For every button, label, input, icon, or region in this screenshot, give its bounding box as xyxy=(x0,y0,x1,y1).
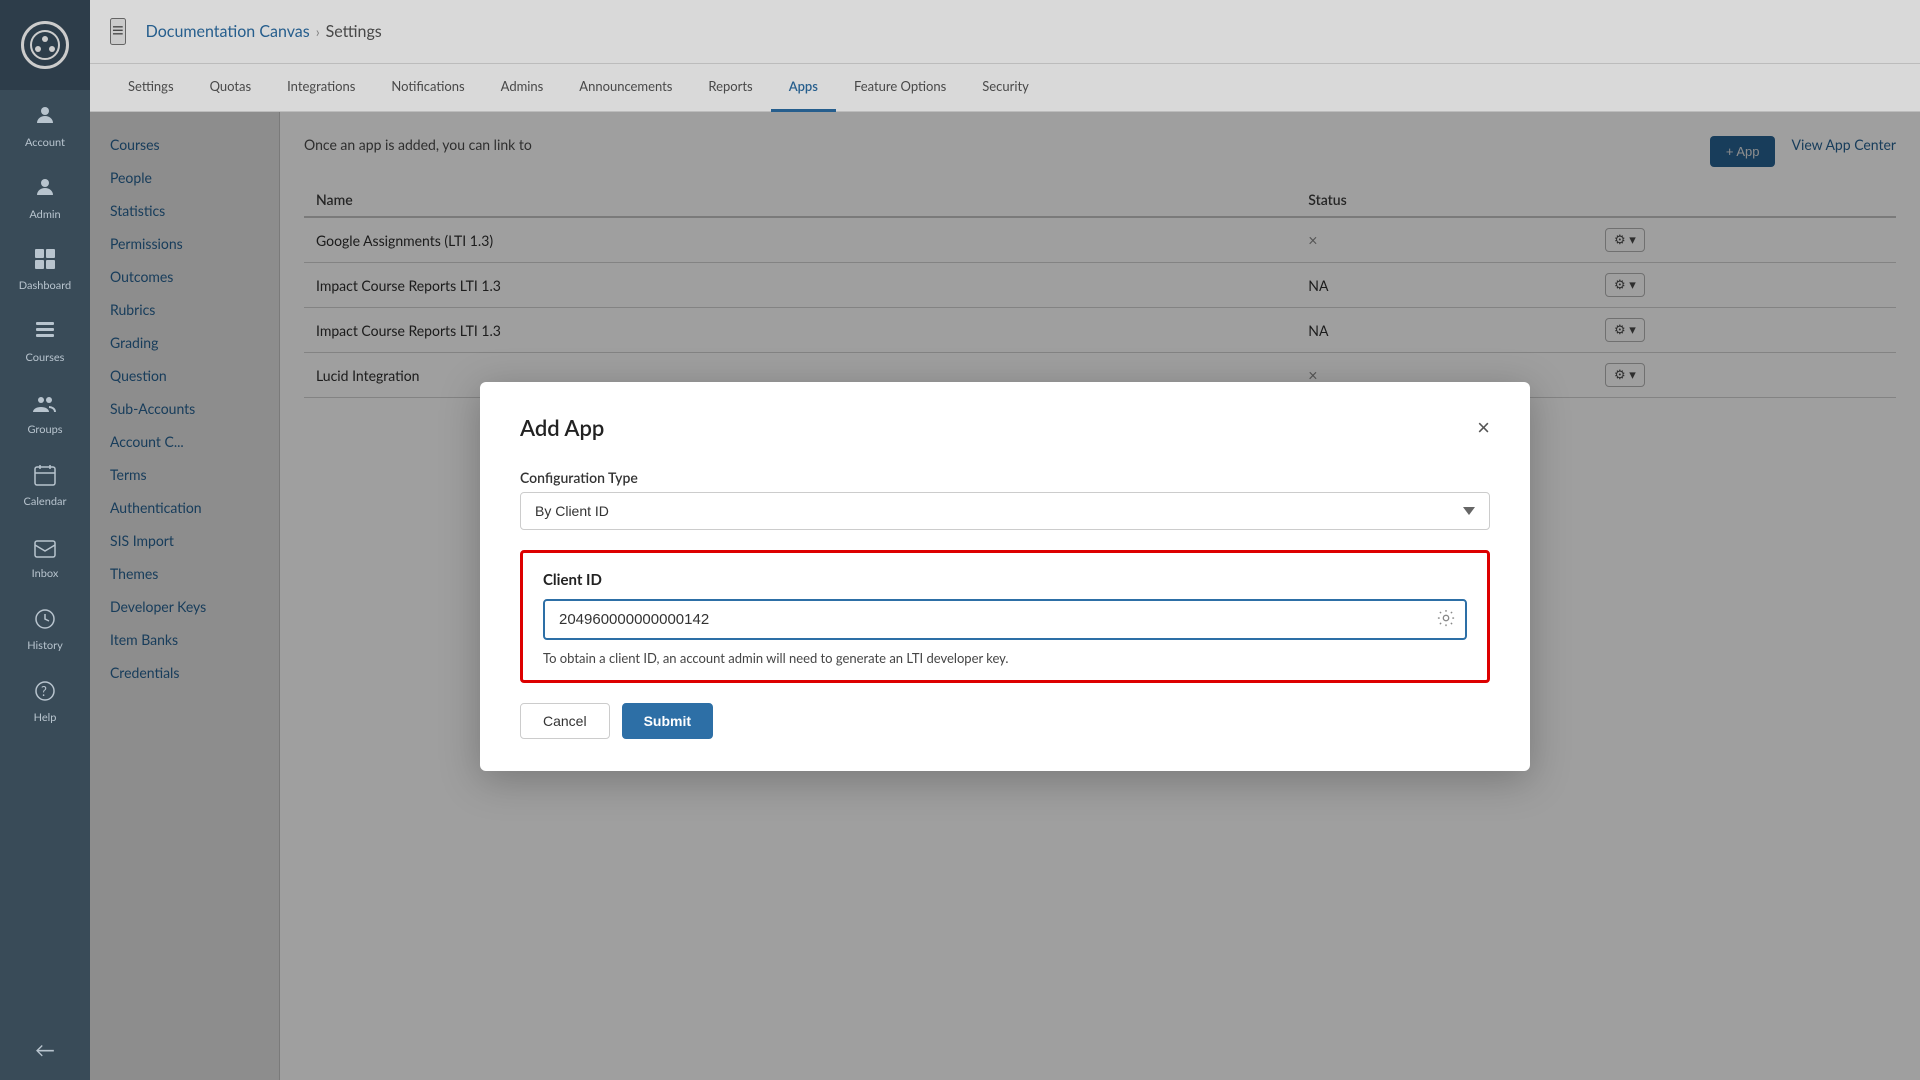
client-id-input[interactable] xyxy=(543,599,1467,640)
sidebar-item-admin-label: Admin xyxy=(29,208,60,221)
client-id-section: Client ID To obtain a client ID, an acco… xyxy=(520,550,1490,683)
main-area: ≡ Documentation Canvas › Settings Settin… xyxy=(90,0,1920,1080)
groups-icon xyxy=(33,392,57,419)
tab-quotas[interactable]: Quotas xyxy=(192,64,270,112)
sidebar-collapse[interactable]: ← xyxy=(0,1020,90,1080)
sidebar-item-courses[interactable]: Courses xyxy=(0,306,90,378)
sidebar-logo xyxy=(0,0,90,90)
cancel-button[interactable]: Cancel xyxy=(520,703,610,739)
hamburger-button[interactable]: ≡ xyxy=(110,18,126,45)
tab-apps[interactable]: Apps xyxy=(771,64,836,112)
sidebar-item-inbox-label: Inbox xyxy=(32,567,59,580)
client-id-input-wrap xyxy=(543,599,1467,640)
dashboard-icon xyxy=(34,248,56,275)
collapse-icon: ← xyxy=(35,1038,55,1062)
config-type-label: Configuration Type xyxy=(520,469,1490,486)
modal-header: Add App × xyxy=(520,414,1490,441)
breadcrumb: Documentation Canvas › Settings xyxy=(146,22,382,41)
history-icon xyxy=(34,608,56,635)
content-area: Courses People Statistics Permissions Ou… xyxy=(90,112,1920,1080)
tab-reports[interactable]: Reports xyxy=(690,64,770,112)
logo-icon xyxy=(21,21,69,69)
breadcrumb-current: Settings xyxy=(326,22,382,41)
add-app-modal: Add App × Configuration Type By Client I… xyxy=(480,382,1530,771)
sidebar-item-calendar-label: Calendar xyxy=(24,495,67,508)
sidebar-item-dashboard-label: Dashboard xyxy=(19,279,71,292)
sidebar-item-courses-label: Courses xyxy=(26,351,65,364)
sidebar-item-dashboard[interactable]: Dashboard xyxy=(0,234,90,306)
sidebar-item-help[interactable]: ? Help xyxy=(0,666,90,738)
breadcrumb-home[interactable]: Documentation Canvas xyxy=(146,22,310,41)
tab-settings[interactable]: Settings xyxy=(110,64,192,112)
tab-integrations[interactable]: Integrations xyxy=(269,64,373,112)
sidebar-item-inbox[interactable]: Inbox xyxy=(0,522,90,594)
nav-tabs: Settings Quotas Integrations Notificatio… xyxy=(90,64,1920,112)
modal-actions: Cancel Submit xyxy=(520,703,1490,739)
topbar: ≡ Documentation Canvas › Settings xyxy=(90,0,1920,64)
tab-security[interactable]: Security xyxy=(964,64,1047,112)
sidebar: Account Admin Dashboard Courses Groups C… xyxy=(0,0,90,1080)
tab-announcements[interactable]: Announcements xyxy=(561,64,690,112)
sidebar-item-admin[interactable]: Admin xyxy=(0,162,90,234)
sidebar-item-history-label: History xyxy=(27,639,63,652)
sidebar-item-help-label: Help xyxy=(34,711,57,724)
sidebar-item-account-label: Account xyxy=(25,136,65,149)
help-icon: ? xyxy=(34,680,56,707)
modal-title: Add App xyxy=(520,414,604,441)
config-type-group: Configuration Type By Client ID By URL P… xyxy=(520,469,1490,530)
calendar-icon xyxy=(34,464,56,491)
sidebar-item-groups[interactable]: Groups xyxy=(0,378,90,450)
sidebar-item-groups-label: Groups xyxy=(27,423,62,436)
sidebar-item-account[interactable]: Account xyxy=(0,90,90,162)
submit-button[interactable]: Submit xyxy=(622,703,713,739)
modal-close-button[interactable]: × xyxy=(1477,417,1490,439)
client-id-label: Client ID xyxy=(543,571,1467,589)
breadcrumb-separator: › xyxy=(316,23,320,40)
client-id-hint: To obtain a client ID, an account admin … xyxy=(543,650,1467,666)
tab-feature-options[interactable]: Feature Options xyxy=(836,64,964,112)
admin-icon xyxy=(33,175,57,204)
svg-text:?: ? xyxy=(41,683,47,699)
account-icon xyxy=(33,103,57,132)
sidebar-item-history[interactable]: History xyxy=(0,594,90,666)
courses-icon xyxy=(34,320,56,347)
sidebar-item-calendar[interactable]: Calendar xyxy=(0,450,90,522)
config-type-select[interactable]: By Client ID By URL Paste XML Manually xyxy=(520,492,1490,530)
tab-admins[interactable]: Admins xyxy=(483,64,562,112)
tab-notifications[interactable]: Notifications xyxy=(373,64,482,112)
inbox-icon xyxy=(34,536,56,563)
